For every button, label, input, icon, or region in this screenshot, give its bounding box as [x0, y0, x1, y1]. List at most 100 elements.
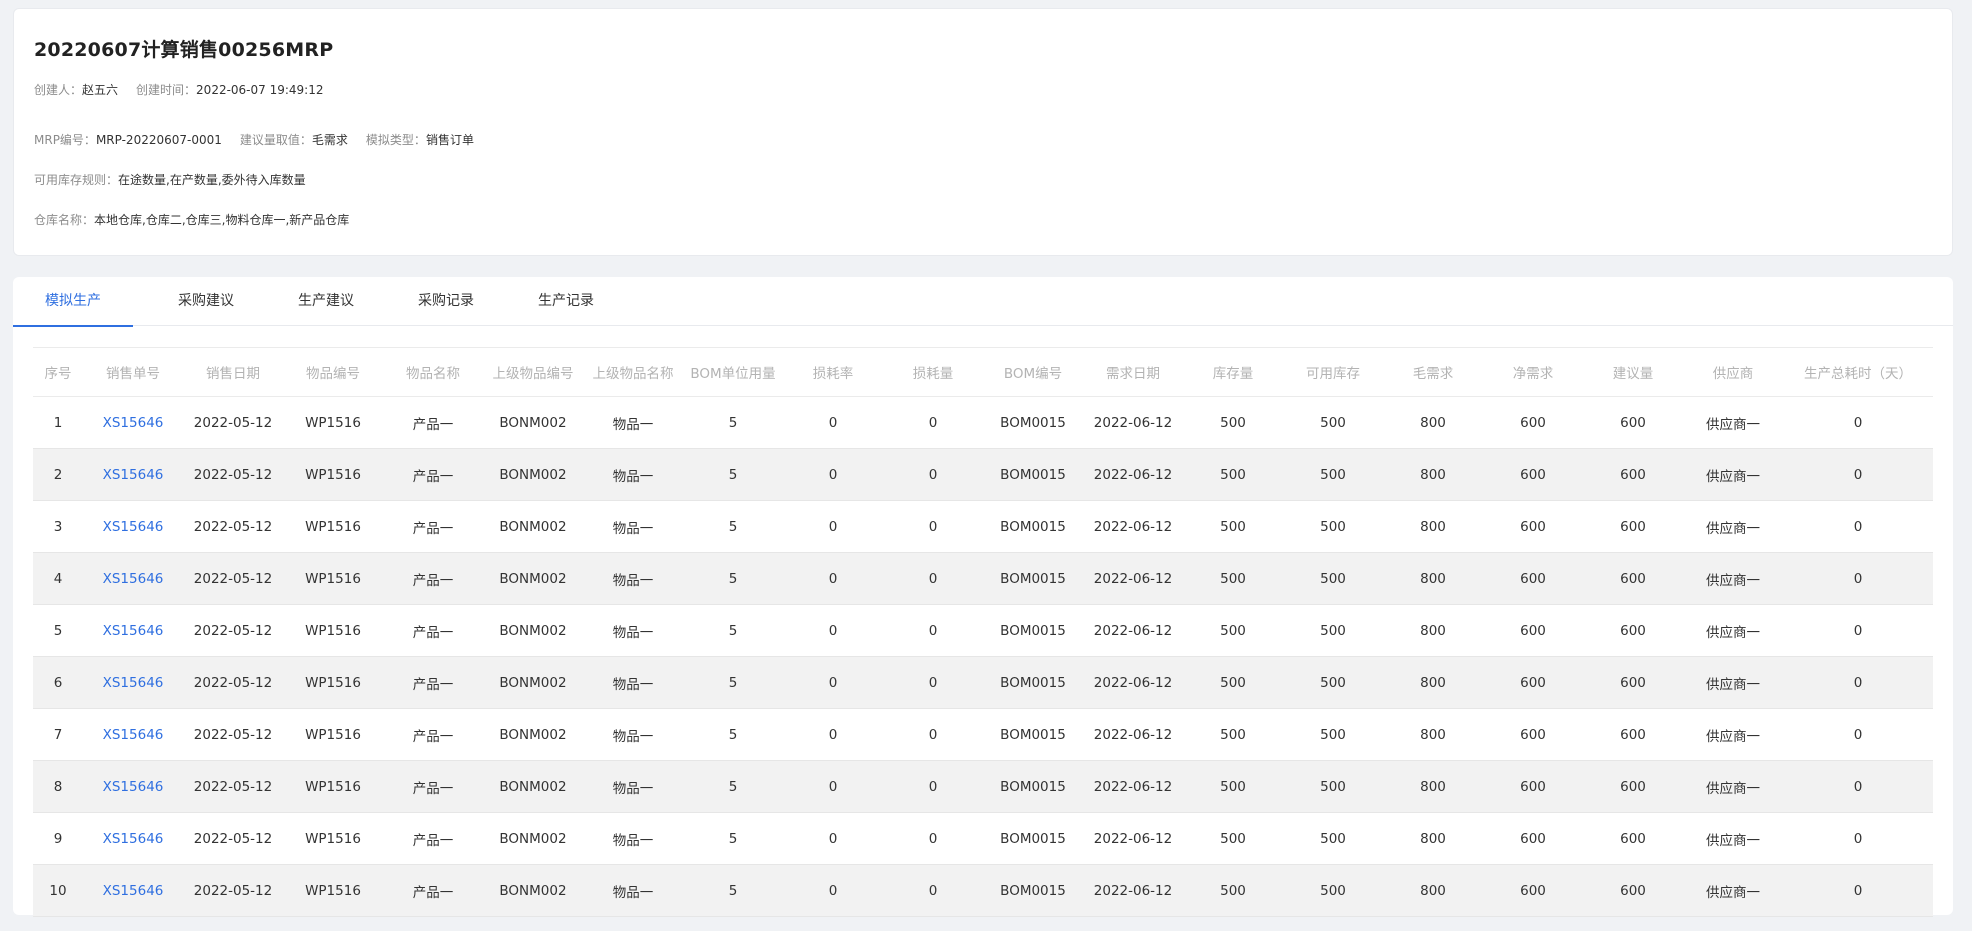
cell-item-code: WP1516	[283, 552, 383, 605]
cell-loss-qty: 0	[883, 604, 983, 657]
cell-seq: 2	[33, 448, 83, 501]
cell-net-demand: 600	[1483, 448, 1583, 501]
cell-loss-rate: 0	[783, 500, 883, 553]
table-row[interactable]: 3 XS15646 2022-05-12 WP1516 产品一 BONM002 物品一 5 0 0…	[33, 500, 1933, 553]
cell-gross-demand: 800	[1383, 760, 1483, 813]
cell-stock: 500	[1183, 656, 1283, 709]
cell-available-stock: 500	[1283, 552, 1383, 605]
cell-loss-rate: 0	[783, 604, 883, 657]
cell-sales-no[interactable]: XS15646	[83, 500, 183, 553]
cell-available-stock: 500	[1283, 448, 1383, 501]
mrp-no-label: MRP编号：	[34, 133, 96, 147]
cell-sales-no[interactable]: XS15646	[83, 708, 183, 761]
tab-production-suggestion[interactable]: 生产建议	[266, 277, 386, 326]
cell-sales-no[interactable]: XS15646	[83, 656, 183, 709]
cell-parent-code: BONM002	[483, 708, 583, 761]
cell-suggested-qty: 600	[1583, 864, 1683, 917]
cell-bom-no: BOM0015	[983, 812, 1083, 865]
cell-sales-date: 2022-05-12	[183, 760, 283, 813]
table-row[interactable]: 5 XS15646 2022-05-12 WP1516 产品一 BONM002 物品一 5 0 0…	[33, 604, 1933, 657]
col-header-sales-date: 销售日期	[183, 347, 283, 397]
cell-demand-date: 2022-06-12	[1083, 656, 1183, 709]
cell-seq: 9	[33, 812, 83, 865]
cell-total-days: 0	[1783, 760, 1933, 813]
col-header-loss-rate: 损耗率	[783, 347, 883, 397]
cell-stock: 500	[1183, 552, 1283, 605]
cell-sales-no[interactable]: XS15646	[83, 812, 183, 865]
cell-item-name: 产品一	[383, 396, 483, 449]
cell-parent-name: 物品一	[583, 604, 683, 657]
cell-sales-no[interactable]: XS15646	[83, 760, 183, 813]
table-row[interactable]: 1 XS15646 2022-05-12 WP1516 产品一 BONM002 物品一 5 0 0…	[33, 396, 1933, 449]
cell-loss-rate: 0	[783, 656, 883, 709]
cell-sales-no[interactable]: XS15646	[83, 396, 183, 449]
cell-parent-code: BONM002	[483, 396, 583, 449]
cell-parent-name: 物品一	[583, 500, 683, 553]
cell-parent-code: BONM002	[483, 448, 583, 501]
cell-total-days: 0	[1783, 708, 1933, 761]
creator-label: 创建人：	[34, 83, 83, 97]
cell-gross-demand: 800	[1383, 656, 1483, 709]
creator-line: 创建人：赵五六 创建时间：2022-06-07 19:49:12	[34, 81, 324, 98]
cell-suggested-qty: 600	[1583, 552, 1683, 605]
cell-seq: 10	[33, 864, 83, 917]
col-header-bom-unit-qty: BOM单位用量	[683, 347, 783, 397]
cell-suggested-qty: 600	[1583, 448, 1683, 501]
table-body: 1 XS15646 2022-05-12 WP1516 产品一 BONM002 物品一 5 0 0…	[33, 396, 1933, 917]
cell-supplier: 供应商一	[1683, 656, 1783, 709]
cell-gross-demand: 800	[1383, 812, 1483, 865]
table-row[interactable]: 4 XS15646 2022-05-12 WP1516 产品一 BONM002 物品一 5 0 0…	[33, 552, 1933, 605]
cell-sales-date: 2022-05-12	[183, 604, 283, 657]
cell-bom-no: BOM0015	[983, 708, 1083, 761]
cell-loss-qty: 0	[883, 812, 983, 865]
cell-sales-no[interactable]: XS15646	[83, 604, 183, 657]
created-time-label: 创建时间：	[136, 83, 197, 97]
stock-rule-label: 可用库存规则：	[34, 173, 119, 187]
cell-parent-code: BONM002	[483, 552, 583, 605]
cell-sales-no[interactable]: XS15646	[83, 552, 183, 605]
tab-production-record[interactable]: 生产记录	[506, 277, 626, 326]
cell-demand-date: 2022-06-12	[1083, 448, 1183, 501]
warehouse-label: 仓库名称：	[34, 213, 95, 227]
table-row[interactable]: 10 XS15646 2022-05-12 WP1516 产品一 BONM002 物品一 5 0…	[33, 864, 1933, 917]
tab-purchase-suggestion[interactable]: 采购建议	[146, 277, 266, 326]
cell-bom-unit-qty: 5	[683, 812, 783, 865]
table-row[interactable]: 9 XS15646 2022-05-12 WP1516 产品一 BONM002 物品一 5 0 0…	[33, 812, 1933, 865]
table-row[interactable]: 2 XS15646 2022-05-12 WP1516 产品一 BONM002 物品一 5 0 0…	[33, 448, 1933, 501]
cell-loss-qty: 0	[883, 396, 983, 449]
cell-suggested-qty: 600	[1583, 812, 1683, 865]
cell-parent-code: BONM002	[483, 604, 583, 657]
cell-parent-name: 物品一	[583, 708, 683, 761]
mrp-info-card: 20220607计算销售00256MRP 创建人：赵五六 创建时间：2022-06…	[13, 8, 1953, 256]
tab-purchase-record[interactable]: 采购记录	[386, 277, 506, 326]
cell-sales-date: 2022-05-12	[183, 552, 283, 605]
cell-loss-qty: 0	[883, 656, 983, 709]
cell-item-code: WP1516	[283, 864, 383, 917]
col-header-total-days: 生产总耗时（天）	[1783, 347, 1933, 397]
cell-sales-no[interactable]: XS15646	[83, 448, 183, 501]
table-row[interactable]: 8 XS15646 2022-05-12 WP1516 产品一 BONM002 物品一 5 0 0…	[33, 760, 1933, 813]
cell-item-name: 产品一	[383, 864, 483, 917]
cell-supplier: 供应商一	[1683, 500, 1783, 553]
col-header-net-demand: 净需求	[1483, 347, 1583, 397]
cell-demand-date: 2022-06-12	[1083, 500, 1183, 553]
cell-total-days: 0	[1783, 552, 1933, 605]
cell-supplier: 供应商一	[1683, 396, 1783, 449]
table-row[interactable]: 7 XS15646 2022-05-12 WP1516 产品一 BONM002 物品一 5 0 0…	[33, 708, 1933, 761]
cell-seq: 5	[33, 604, 83, 657]
cell-suggested-qty: 600	[1583, 708, 1683, 761]
cell-net-demand: 600	[1483, 500, 1583, 553]
cell-available-stock: 500	[1283, 396, 1383, 449]
cell-supplier: 供应商一	[1683, 552, 1783, 605]
cell-parent-name: 物品一	[583, 552, 683, 605]
tab-simulated-production[interactable]: 模拟生产	[13, 277, 133, 327]
col-header-parent-code: 上级物品编号	[483, 347, 583, 397]
cell-seq: 6	[33, 656, 83, 709]
cell-seq: 4	[33, 552, 83, 605]
cell-sales-no[interactable]: XS15646	[83, 864, 183, 917]
cell-stock: 500	[1183, 448, 1283, 501]
table-row[interactable]: 6 XS15646 2022-05-12 WP1516 产品一 BONM002 物品一 5 0 0…	[33, 656, 1933, 709]
warehouse-line: 仓库名称：本地仓库,仓库二,仓库三,物料仓库一,新产品仓库	[34, 211, 349, 228]
cell-bom-unit-qty: 5	[683, 760, 783, 813]
cell-seq: 3	[33, 500, 83, 553]
